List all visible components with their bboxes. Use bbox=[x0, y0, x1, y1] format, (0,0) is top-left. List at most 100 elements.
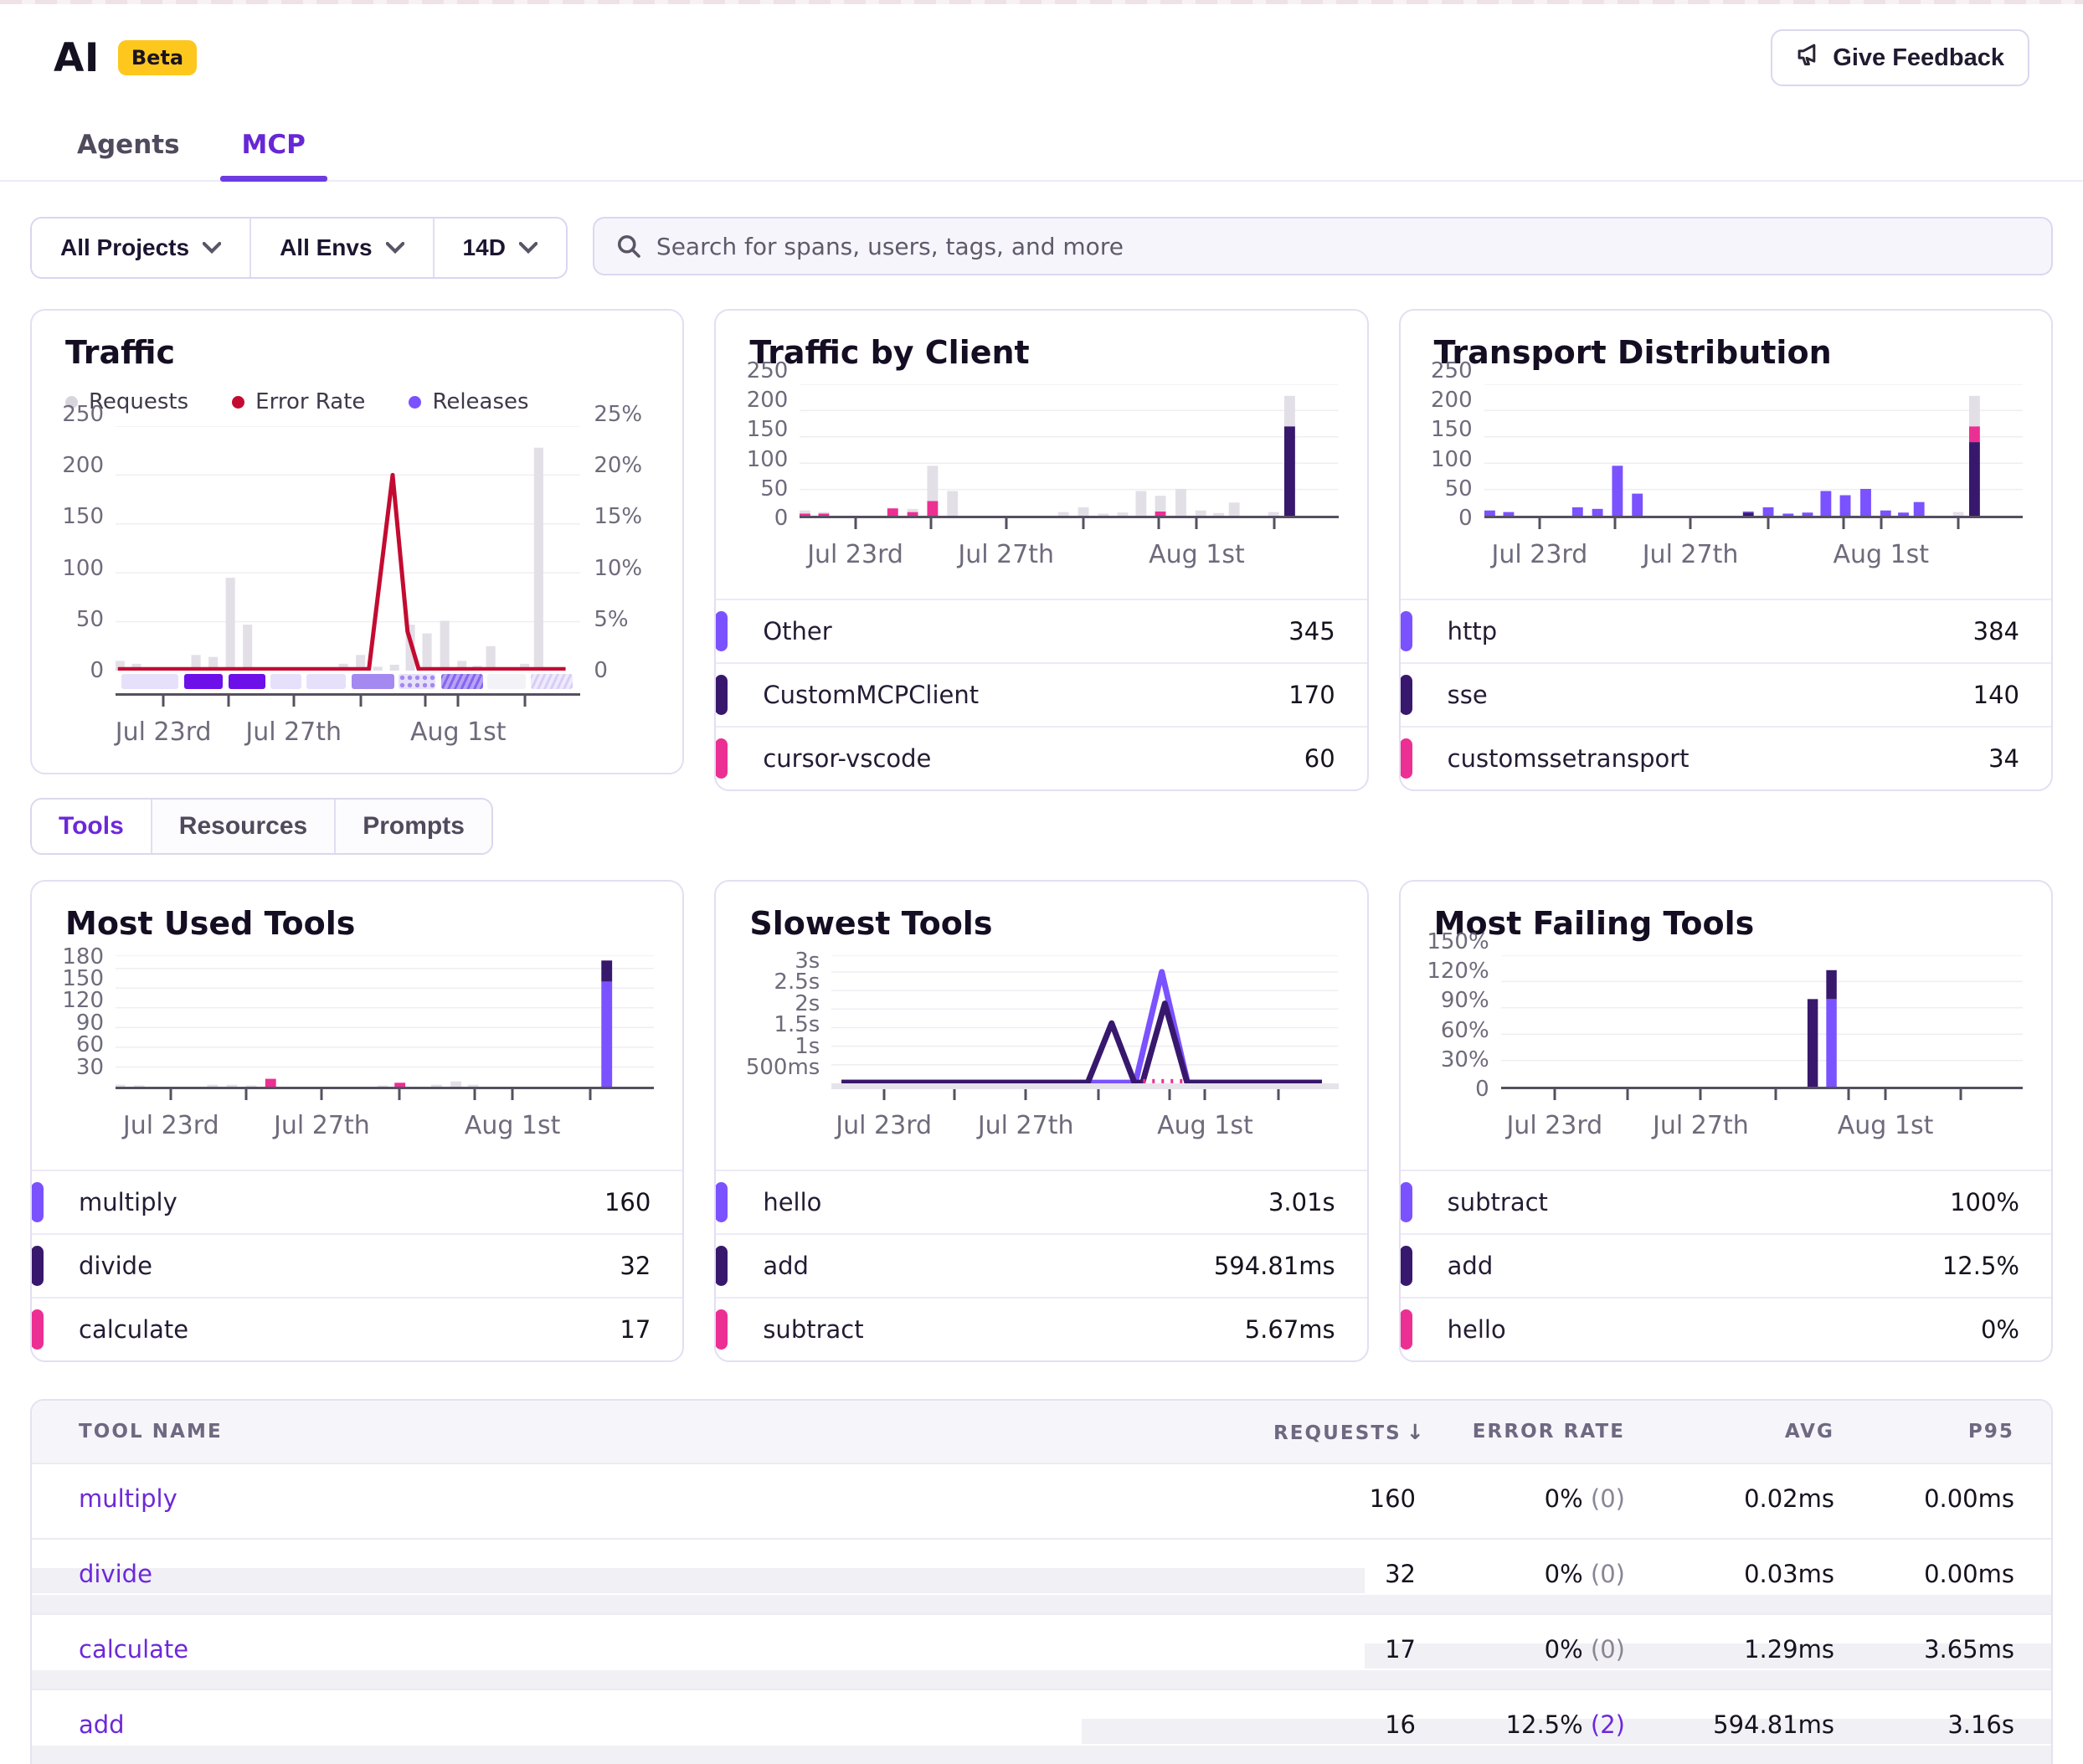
legend-item[interactable]: add 12.5% bbox=[1401, 1233, 2051, 1297]
legend-value: 160 bbox=[604, 1188, 651, 1216]
tool-link-calculate[interactable]: calculate bbox=[79, 1635, 1273, 1664]
traffic-plot[interactable] bbox=[116, 426, 580, 671]
legend-item[interactable]: http384 bbox=[1401, 599, 2051, 662]
x-axis: Jul 23rdJul 27thAug 1st bbox=[1501, 1089, 2023, 1166]
traffic-by-client-card: Traffic by Client 250200150100500 Jul 23… bbox=[714, 309, 1368, 791]
filter-segmented-control: All Projects All Envs 14D bbox=[30, 217, 568, 279]
release-segment[interactable] bbox=[184, 674, 223, 689]
p95-value: 3.16s bbox=[1834, 1710, 2014, 1739]
releases-legend-dot bbox=[409, 396, 421, 409]
traffic-card: Traffic Requests Error Rate Releases 250… bbox=[30, 309, 684, 774]
p95-value: 0.00ms bbox=[1834, 1560, 2014, 1588]
tab-agents[interactable]: Agents bbox=[77, 130, 180, 180]
requests-value: 16 bbox=[1273, 1710, 1416, 1739]
col-requests[interactable]: REQUESTS↓ bbox=[1273, 1420, 1416, 1444]
transport-plot[interactable] bbox=[1484, 384, 2023, 518]
legend-item[interactable]: hello0% bbox=[1401, 1297, 2051, 1360]
legend-label: hello bbox=[1448, 1315, 1506, 1344]
tool-link-add[interactable]: add bbox=[79, 1710, 1273, 1739]
search-input[interactable] bbox=[656, 233, 2029, 260]
client-plot[interactable] bbox=[800, 384, 1338, 518]
x-axis: Jul 23rdJul 27thAug 1st bbox=[1484, 518, 2023, 595]
legend-label: CustomMCPClient bbox=[763, 681, 979, 709]
legend-item[interactable]: divide32 bbox=[32, 1233, 682, 1297]
col-avg[interactable]: AVG bbox=[1625, 1421, 1834, 1443]
tool-link-multiply[interactable]: multiply bbox=[79, 1484, 1273, 1513]
date-range-filter[interactable]: 14D bbox=[433, 219, 566, 277]
legend-label: multiply bbox=[79, 1188, 177, 1216]
legend-item[interactable]: Other345 bbox=[716, 599, 1366, 662]
legend-item[interactable]: add594.81ms bbox=[716, 1233, 1366, 1297]
most-failing-plot[interactable] bbox=[1501, 955, 2023, 1089]
search-bar[interactable] bbox=[593, 217, 2053, 275]
slowest-legend-list: hello3.01sadd594.81mssubtract5.67ms bbox=[716, 1170, 1366, 1360]
legend-item[interactable]: customssetransport34 bbox=[1401, 726, 2051, 789]
legend-color-pill bbox=[715, 675, 728, 715]
legend-value: 100% bbox=[1950, 1188, 2019, 1216]
megaphone-icon bbox=[1796, 42, 1821, 74]
table-row[interactable]: multiply 160 0% (0) 0.02ms 0.00ms bbox=[32, 1463, 2051, 1538]
tab-mcp[interactable]: MCP bbox=[242, 130, 306, 180]
legend-label: http bbox=[1448, 617, 1498, 645]
envs-filter[interactable]: All Envs bbox=[249, 219, 432, 277]
entity-tabs: Tools Resources Prompts bbox=[30, 798, 493, 855]
give-feedback-button[interactable]: Give Feedback bbox=[1771, 29, 2029, 86]
legend-item[interactable]: subtract5.67ms bbox=[716, 1297, 1366, 1360]
error-count: (0) bbox=[1591, 1635, 1625, 1664]
legend-label: Other bbox=[763, 617, 831, 645]
release-segment[interactable] bbox=[352, 674, 395, 689]
legend-item[interactable]: cursor-vscode 60 bbox=[716, 726, 1366, 789]
release-segment[interactable] bbox=[121, 674, 178, 689]
col-error-rate[interactable]: ERROR RATE bbox=[1416, 1421, 1625, 1443]
tab-resources[interactable]: Resources bbox=[151, 800, 334, 853]
y-axis-left: 180150120906030 bbox=[60, 942, 116, 1089]
legend-value: 12.5% bbox=[1942, 1252, 2019, 1280]
release-segment[interactable] bbox=[229, 674, 265, 689]
error-rate-legend-label[interactable]: Error Rate bbox=[255, 389, 365, 414]
tool-link-divide[interactable]: divide bbox=[79, 1560, 1273, 1588]
most-used-plot[interactable] bbox=[116, 955, 654, 1089]
table-row[interactable]: add 16 12.5% (2) 594.81ms 3.16s bbox=[32, 1689, 2051, 1764]
releases-legend-label[interactable]: Releases bbox=[432, 389, 528, 414]
avg-value: 0.03ms bbox=[1625, 1560, 1834, 1588]
legend-color-pill bbox=[31, 1182, 44, 1222]
tab-prompts[interactable]: Prompts bbox=[334, 800, 491, 853]
avg-value: 594.81ms bbox=[1625, 1710, 1834, 1739]
table-row[interactable]: calculate 17 0% (0) 1.29ms 3.65ms bbox=[32, 1613, 2051, 1689]
release-segment[interactable] bbox=[441, 674, 483, 689]
legend-value: 34 bbox=[1988, 744, 2019, 773]
tools-table: TOOL NAME REQUESTS↓ ERROR RATE AVG P95 m… bbox=[30, 1399, 2053, 1764]
projects-filter[interactable]: All Projects bbox=[32, 219, 249, 277]
legend-item[interactable]: calculate17 bbox=[32, 1297, 682, 1360]
release-track[interactable] bbox=[116, 671, 580, 696]
transport-distribution-card: Transport Distribution 250200150100500 J… bbox=[1399, 309, 2053, 791]
release-segment[interactable] bbox=[487, 674, 526, 689]
y-axis-left: 250200150100500 bbox=[60, 414, 116, 671]
error-rate-value: 0% (0) bbox=[1416, 1484, 1625, 1513]
legend-item[interactable]: subtract100% bbox=[1401, 1170, 2051, 1233]
slowest-tools-card: Slowest Tools 3s2.5s2s1.5s1s500ms Jul 23… bbox=[714, 880, 1368, 1362]
legend-color-pill bbox=[1400, 675, 1412, 715]
release-segment[interactable] bbox=[270, 674, 301, 689]
legend-label: add bbox=[1448, 1252, 1494, 1280]
legend-value: 5.67ms bbox=[1245, 1315, 1335, 1344]
filter-bar: All Projects All Envs 14D bbox=[30, 217, 2053, 279]
legend-item[interactable]: CustomMCPClient170 bbox=[716, 662, 1366, 726]
slowest-plot[interactable] bbox=[831, 955, 1338, 1089]
legend-item[interactable]: multiply 160 bbox=[32, 1170, 682, 1233]
release-segment[interactable] bbox=[306, 674, 346, 689]
legend-color-pill bbox=[1400, 611, 1412, 651]
legend-value: 3.01s bbox=[1268, 1188, 1335, 1216]
legend-label: cursor-vscode bbox=[763, 744, 931, 773]
legend-value: 60 bbox=[1304, 744, 1335, 773]
release-segment[interactable] bbox=[399, 674, 435, 689]
legend-item[interactable]: sse140 bbox=[1401, 662, 2051, 726]
release-segment[interactable] bbox=[531, 674, 572, 689]
tab-tools[interactable]: Tools bbox=[32, 800, 151, 853]
avg-value: 1.29ms bbox=[1625, 1635, 1834, 1664]
legend-item[interactable]: hello3.01s bbox=[716, 1170, 1366, 1233]
error-rate-legend-dot bbox=[232, 396, 244, 409]
col-p95[interactable]: P95 bbox=[1834, 1421, 2014, 1443]
table-row[interactable]: divide 32 0% (0) 0.03ms 0.00ms bbox=[32, 1538, 2051, 1613]
requests-value: 160 bbox=[1273, 1484, 1416, 1513]
